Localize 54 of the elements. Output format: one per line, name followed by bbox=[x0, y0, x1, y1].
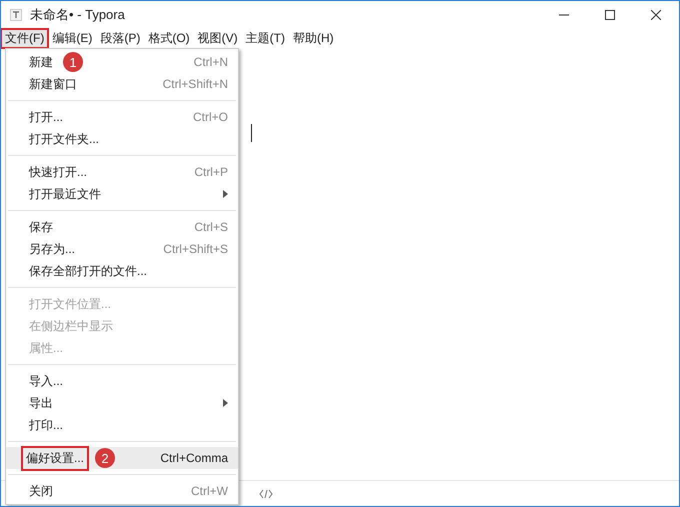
shortcut-label: Ctrl+W bbox=[191, 484, 228, 498]
menu-item[interactable]: 快速打开... Ctrl+P bbox=[6, 161, 238, 183]
menu-item-label: 打印... bbox=[28, 416, 64, 434]
menu-item-label: 关闭 bbox=[28, 482, 54, 500]
shortcut-label: Ctrl+O bbox=[192, 110, 228, 124]
menu-item[interactable]: 新建窗口 Ctrl+Shift+N bbox=[6, 73, 238, 95]
menu-item-label: 属性... bbox=[28, 340, 64, 356]
shortcut-label: Ctrl+Comma bbox=[160, 451, 228, 465]
menu-item-label: 新建窗口 bbox=[28, 76, 78, 92]
shortcut-label: Ctrl+Shift+N bbox=[162, 77, 228, 91]
menu-item-label: 打开最近文件 bbox=[28, 186, 102, 202]
maximize-icon[interactable] bbox=[605, 10, 615, 20]
menu-item[interactable]: 保存 Ctrl+S bbox=[6, 216, 238, 238]
app-icon bbox=[10, 9, 22, 21]
shortcut-label: Ctrl+Shift+S bbox=[163, 242, 228, 256]
menu-item[interactable]: 打开文件夹... bbox=[6, 128, 238, 150]
menu-item-label: 另存为... bbox=[28, 240, 76, 258]
menu-item[interactable]: 打开... Ctrl+O bbox=[6, 106, 238, 128]
shortcut-label: Ctrl+N bbox=[194, 55, 228, 69]
menu-item-label: 新建 bbox=[28, 54, 54, 70]
window-title: 未命名• - Typora bbox=[30, 6, 125, 24]
source-code-icon[interactable] bbox=[259, 488, 273, 498]
menu-item-label: 在侧边栏中显示 bbox=[28, 318, 114, 334]
menu-item-label: 打开... bbox=[28, 108, 64, 126]
menu-item-label: 打开文件夹... bbox=[28, 130, 100, 148]
menu-bar-item[interactable]: 格式(O) bbox=[144, 29, 194, 48]
menu-item[interactable]: 保存全部打开的文件... bbox=[6, 260, 238, 282]
menu-item[interactable]: 偏好设置... 2 Ctrl+Comma bbox=[6, 447, 238, 469]
menu-bar-item[interactable]: 段落(P) bbox=[96, 29, 144, 48]
menu-item[interactable]: 导出 bbox=[6, 392, 238, 414]
menu-item-label: 导出 bbox=[28, 394, 54, 412]
menu-item-label: 保存全部打开的文件... bbox=[28, 262, 148, 280]
menu-item[interactable]: 打开最近文件 bbox=[6, 183, 238, 205]
menu-bar-item[interactable]: 视图(V) bbox=[194, 29, 242, 48]
menu-item[interactable]: 关闭 Ctrl+W bbox=[6, 480, 238, 502]
menu-item-label: 导入... bbox=[28, 372, 64, 390]
menu-item-label: 偏好设置... bbox=[23, 448, 88, 468]
step-number-badge: 1 bbox=[63, 52, 83, 72]
menu-bar-item[interactable]: 主题(T) bbox=[242, 29, 289, 48]
menu-item-label: 打开文件位置... bbox=[28, 296, 112, 312]
shortcut-label: Ctrl+P bbox=[194, 165, 228, 179]
menu-item[interactable]: 打印... bbox=[6, 414, 238, 436]
shortcut-label: Ctrl+S bbox=[194, 220, 228, 234]
menu-bar-item[interactable]: 文件(F) bbox=[1, 29, 48, 48]
menu-bar-item[interactable]: 编辑(E) bbox=[48, 29, 96, 48]
menu-item-label: 快速打开... bbox=[28, 164, 88, 180]
menu-bar-item[interactable]: 帮助(H) bbox=[288, 29, 338, 48]
menu-item[interactable]: 导入... bbox=[6, 370, 238, 392]
menu-item-label: 保存 bbox=[28, 218, 54, 236]
text-cursor bbox=[251, 124, 252, 142]
step-number-badge: 2 bbox=[95, 448, 116, 468]
close-icon[interactable] bbox=[651, 10, 661, 20]
menu-item[interactable]: 另存为... Ctrl+Shift+S bbox=[6, 238, 238, 260]
menu-item[interactable]: 新建 1 Ctrl+N bbox=[6, 51, 238, 73]
